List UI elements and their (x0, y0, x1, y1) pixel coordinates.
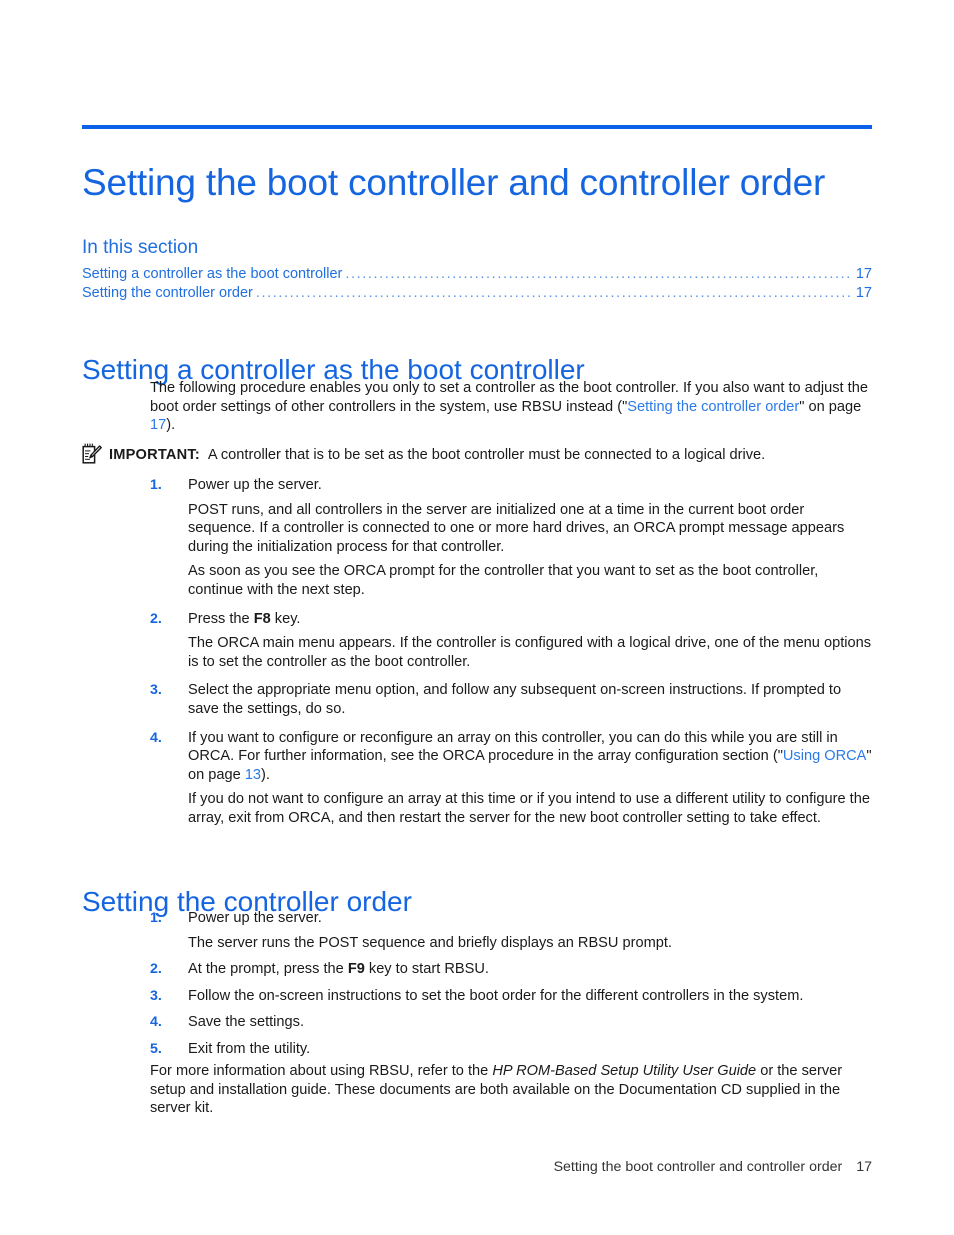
list-item-number: 1. (150, 910, 162, 926)
closing-text-before: For more information about using RBSU, r… (150, 1063, 493, 1079)
list-item-text-after: ). (261, 766, 270, 783)
toc-entry-label: Setting a controller as the boot control… (82, 266, 343, 282)
in-this-section-block: In this section Setting a controller as … (82, 236, 872, 303)
intro-text-middle: " on page (799, 398, 862, 415)
list-item-number: 2. (150, 610, 162, 627)
key-label-f9: F9 (347, 961, 365, 978)
list-item-text-before: If you want to configure or reconfigure … (188, 729, 838, 765)
guide-title-italic: HP ROM-Based Setup Utility User Guide (492, 1063, 757, 1079)
list-item-text: Power up the server. (188, 477, 322, 493)
list-item-number: 3. (150, 987, 162, 1004)
list-item-subparagraph: The ORCA main menu appears. If the contr… (188, 635, 872, 670)
closing-paragraph-text: For more information about using RBSU, r… (150, 1062, 872, 1118)
important-label: IMPORTANT: (109, 447, 200, 463)
toc-dot-leader: ........................................… (345, 266, 853, 282)
list-item: 1. Power up the server. (0, 909, 954, 928)
list-item: 3. Select the appropriate menu option, a… (0, 681, 954, 718)
list-item: 3. Follow the on-screen instructions to … (0, 987, 954, 1006)
list-item-text: Follow the on-screen instructions to set… (188, 987, 804, 1004)
toc-dot-leader: ........................................… (255, 285, 853, 301)
toc-entry-0[interactable]: Setting a controller as the boot control… (82, 265, 872, 284)
section1-intro-paragraph: The following procedure enables you only… (150, 379, 870, 444)
title-rule (82, 125, 872, 129)
list-item-number: 2. (150, 961, 162, 978)
important-text: A controller that is to be set as the bo… (207, 447, 766, 463)
toc-entry-page: 17 (855, 266, 872, 282)
list-item-text: Select the appropriate menu option, and … (188, 682, 842, 717)
footer-title: Setting the boot controller and controll… (553, 1159, 843, 1175)
list-item-text-after: key. (270, 610, 301, 627)
toc-entry-page: 17 (855, 285, 872, 301)
list-item-number: 4. (150, 729, 162, 746)
list-item-text-after: key to start RBSU. (364, 961, 489, 978)
closing-paragraph: For more information about using RBSU, r… (150, 1062, 872, 1127)
important-callout: IMPORTANT: A controller that is to be se… (80, 443, 880, 465)
xref-setting-the-controller-order[interactable]: Setting the controller order (627, 399, 799, 415)
key-label-f8: F8 (253, 610, 271, 627)
list-item-number: 3. (150, 682, 162, 699)
list-item: 5. Exit from the utility. (0, 1040, 954, 1059)
list-item-number: 5. (150, 1040, 162, 1057)
list-item-text: Save the settings. (188, 1014, 305, 1031)
intro-paragraph-text: The following procedure enables you only… (150, 379, 870, 435)
list-item-text: Exit from the utility. (188, 1040, 311, 1057)
list-item-subparagraph: As soon as you see the ORCA prompt for t… (188, 563, 819, 598)
page-title: Setting the boot controller and controll… (82, 161, 826, 203)
list-item-subparagraph: If you do not want to configure an array… (188, 791, 870, 826)
toc-entry-label: Setting the controller order (82, 285, 253, 301)
list-item: 2. Press the F8 key. (0, 610, 954, 629)
xref-page-number[interactable]: 13 (245, 767, 261, 783)
notepad-pencil-icon (80, 443, 102, 465)
intro-text-after: ). (166, 417, 176, 434)
list-item-text-before: Press the (188, 610, 254, 627)
toc-entry-1[interactable]: Setting the controller order ...........… (82, 284, 872, 303)
footer-page-number: 17 (856, 1159, 872, 1175)
list-item: 2. At the prompt, press the F9 key to st… (0, 960, 954, 979)
toc-heading: In this section (82, 237, 199, 258)
list-item: 4. If you want to configure or reconfigu… (0, 729, 954, 785)
list-item-subparagraph: POST runs, and all controllers in the se… (188, 501, 845, 555)
section2-steps-list: 1. Power up the server. The server runs … (0, 909, 954, 1061)
list-item-subparagraph: The server runs the POST sequence and br… (188, 934, 672, 951)
list-item-text: Power up the server. (188, 910, 322, 926)
list-item: 1. Power up the server. (0, 476, 954, 495)
xref-page-number[interactable]: 17 (150, 417, 166, 433)
document-page: Setting the boot controller and controll… (0, 0, 954, 1235)
page-footer: Setting the boot controller and controll… (82, 1158, 872, 1176)
xref-using-orca[interactable]: Using ORCA (783, 748, 867, 764)
list-item: 4. Save the settings. (0, 1013, 954, 1032)
list-item-number: 1. (150, 477, 162, 493)
section1-steps-list: 1. Power up the server. POST runs, and a… (0, 476, 954, 834)
list-item-number: 4. (150, 1014, 162, 1031)
list-item-text-before: At the prompt, press the (188, 961, 348, 978)
